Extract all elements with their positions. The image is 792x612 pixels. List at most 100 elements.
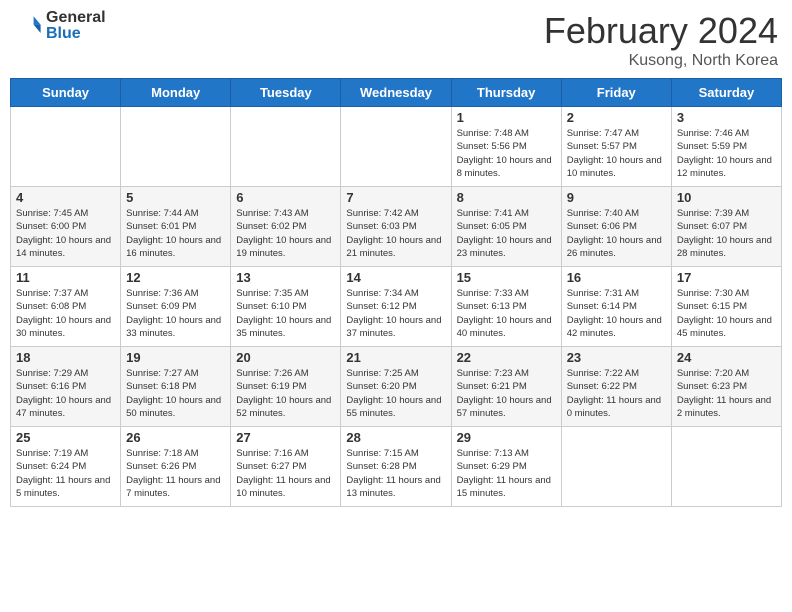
table-row: 24 Sunrise: 7:20 AM Sunset: 6:23 PM Dayli…	[671, 347, 781, 427]
col-sunday: Sunday	[11, 79, 121, 107]
table-row	[231, 107, 341, 187]
title-block: February 2024 Kusong, North Korea	[544, 10, 778, 70]
calendar-week-row: 1Sunrise: 7:48 AM Sunset: 5:56 PM Daylig…	[11, 107, 782, 187]
day-info: Sunrise: 7:29 AM Sunset: 6:16 PM Dayligh…	[16, 367, 115, 420]
table-row: 26 Sunrise: 7:18 AM Sunset: 6:26 PM Dayli…	[121, 427, 231, 507]
calendar-week-row: 25 Sunrise: 7:19 AM Sunset: 6:24 PM Dayli…	[11, 427, 782, 507]
table-row: 11Sunrise: 7:37 AM Sunset: 6:08 PM Dayli…	[11, 267, 121, 347]
col-saturday: Saturday	[671, 79, 781, 107]
table-row: 3 Sunrise: 7:46 AM Sunset: 5:59 PM Daylig…	[671, 107, 781, 187]
logo-general-text: General	[46, 10, 106, 26]
day-number: 13	[236, 270, 335, 285]
table-row: 6Sunrise: 7:43 AM Sunset: 6:02 PM Daylig…	[231, 187, 341, 267]
day-number: 22	[457, 350, 556, 365]
day-info: Sunrise: 7:26 AM Sunset: 6:19 PM Dayligh…	[236, 367, 335, 420]
table-row: 9Sunrise: 7:40 AM Sunset: 6:06 PM Daylig…	[561, 187, 671, 267]
day-number: 17	[677, 270, 776, 285]
col-thursday: Thursday	[451, 79, 561, 107]
table-row: 19Sunrise: 7:27 AM Sunset: 6:18 PM Dayli…	[121, 347, 231, 427]
day-number: 20	[236, 350, 335, 365]
table-row: 14 Sunrise: 7:34 AM Sunset: 6:12 PM Dayli…	[341, 267, 451, 347]
table-row: 8 Sunrise: 7:41 AM Sunset: 6:05 PM Daylig…	[451, 187, 561, 267]
logo-blue-text: Blue	[46, 26, 106, 42]
header: General Blue February 2024 Kusong, North…	[10, 10, 782, 70]
day-number: 14	[346, 270, 445, 285]
day-info: Sunrise: 7:31 AM Sunset: 6:14 PM Dayligh…	[567, 287, 666, 340]
day-number: 5	[126, 190, 225, 205]
page: General Blue February 2024 Kusong, North…	[0, 0, 792, 612]
table-row: 1Sunrise: 7:48 AM Sunset: 5:56 PM Daylig…	[451, 107, 561, 187]
day-info: Sunrise: 7:33 AM Sunset: 6:13 PM Dayligh…	[457, 287, 556, 340]
day-number: 23	[567, 350, 666, 365]
day-info: Sunrise: 7:15 AM Sunset: 6:28 PM Dayligh…	[346, 447, 445, 500]
col-tuesday: Tuesday	[231, 79, 341, 107]
calendar-week-row: 11Sunrise: 7:37 AM Sunset: 6:08 PM Dayli…	[11, 267, 782, 347]
day-info: Sunrise: 7:35 AM Sunset: 6:10 PM Dayligh…	[236, 287, 335, 340]
day-number: 12	[126, 270, 225, 285]
day-info: Sunrise: 7:42 AM Sunset: 6:03 PM Dayligh…	[346, 207, 445, 260]
table-row: 7 Sunrise: 7:42 AM Sunset: 6:03 PM Daylig…	[341, 187, 451, 267]
day-info: Sunrise: 7:19 AM Sunset: 6:24 PM Dayligh…	[16, 447, 115, 500]
table-row: 22 Sunrise: 7:23 AM Sunset: 6:21 PM Dayli…	[451, 347, 561, 427]
day-number: 7	[346, 190, 445, 205]
table-row: 27 Sunrise: 7:16 AM Sunset: 6:27 PM Dayli…	[231, 427, 341, 507]
logo: General Blue	[14, 10, 106, 42]
calendar-location: Kusong, North Korea	[544, 52, 778, 70]
day-info: Sunrise: 7:39 AM Sunset: 6:07 PM Dayligh…	[677, 207, 776, 260]
day-number: 3	[677, 110, 776, 125]
day-info: Sunrise: 7:36 AM Sunset: 6:09 PM Dayligh…	[126, 287, 225, 340]
calendar-table: Sunday Monday Tuesday Wednesday Thursday…	[10, 78, 782, 507]
day-number: 1	[457, 110, 556, 125]
table-row: 16Sunrise: 7:31 AM Sunset: 6:14 PM Dayli…	[561, 267, 671, 347]
logo-text: General Blue	[46, 10, 106, 42]
day-info: Sunrise: 7:22 AM Sunset: 6:22 PM Dayligh…	[567, 367, 666, 420]
col-wednesday: Wednesday	[341, 79, 451, 107]
day-number: 19	[126, 350, 225, 365]
calendar-week-row: 4Sunrise: 7:45 AM Sunset: 6:00 PM Daylig…	[11, 187, 782, 267]
day-number: 11	[16, 270, 115, 285]
day-info: Sunrise: 7:41 AM Sunset: 6:05 PM Dayligh…	[457, 207, 556, 260]
day-number: 27	[236, 430, 335, 445]
calendar-week-row: 18 Sunrise: 7:29 AM Sunset: 6:16 PM Dayli…	[11, 347, 782, 427]
table-row: 18 Sunrise: 7:29 AM Sunset: 6:16 PM Dayli…	[11, 347, 121, 427]
day-info: Sunrise: 7:25 AM Sunset: 6:20 PM Dayligh…	[346, 367, 445, 420]
day-info: Sunrise: 7:34 AM Sunset: 6:12 PM Dayligh…	[346, 287, 445, 340]
table-row: 20 Sunrise: 7:26 AM Sunset: 6:19 PM Dayli…	[231, 347, 341, 427]
day-info: Sunrise: 7:47 AM Sunset: 5:57 PM Dayligh…	[567, 127, 666, 180]
table-row: 25 Sunrise: 7:19 AM Sunset: 6:24 PM Dayli…	[11, 427, 121, 507]
day-info: Sunrise: 7:45 AM Sunset: 6:00 PM Dayligh…	[16, 207, 115, 260]
day-number: 21	[346, 350, 445, 365]
col-monday: Monday	[121, 79, 231, 107]
calendar-header-row: Sunday Monday Tuesday Wednesday Thursday…	[11, 79, 782, 107]
day-number: 26	[126, 430, 225, 445]
day-number: 24	[677, 350, 776, 365]
day-info: Sunrise: 7:44 AM Sunset: 6:01 PM Dayligh…	[126, 207, 225, 260]
day-number: 15	[457, 270, 556, 285]
day-info: Sunrise: 7:16 AM Sunset: 6:27 PM Dayligh…	[236, 447, 335, 500]
logo-icon	[14, 12, 42, 40]
col-friday: Friday	[561, 79, 671, 107]
table-row: 10 Sunrise: 7:39 AM Sunset: 6:07 PM Dayli…	[671, 187, 781, 267]
day-info: Sunrise: 7:23 AM Sunset: 6:21 PM Dayligh…	[457, 367, 556, 420]
day-number: 8	[457, 190, 556, 205]
table-row: 12 Sunrise: 7:36 AM Sunset: 6:09 PM Dayli…	[121, 267, 231, 347]
table-row: 2Sunrise: 7:47 AM Sunset: 5:57 PM Daylig…	[561, 107, 671, 187]
day-number: 10	[677, 190, 776, 205]
day-info: Sunrise: 7:18 AM Sunset: 6:26 PM Dayligh…	[126, 447, 225, 500]
table-row	[341, 107, 451, 187]
day-number: 29	[457, 430, 556, 445]
table-row	[671, 427, 781, 507]
day-info: Sunrise: 7:30 AM Sunset: 6:15 PM Dayligh…	[677, 287, 776, 340]
day-info: Sunrise: 7:20 AM Sunset: 6:23 PM Dayligh…	[677, 367, 776, 420]
day-info: Sunrise: 7:40 AM Sunset: 6:06 PM Dayligh…	[567, 207, 666, 260]
day-info: Sunrise: 7:46 AM Sunset: 5:59 PM Dayligh…	[677, 127, 776, 180]
table-row: 17 Sunrise: 7:30 AM Sunset: 6:15 PM Dayli…	[671, 267, 781, 347]
table-row: 5 Sunrise: 7:44 AM Sunset: 6:01 PM Daylig…	[121, 187, 231, 267]
table-row: 28 Sunrise: 7:15 AM Sunset: 6:28 PM Dayli…	[341, 427, 451, 507]
day-number: 6	[236, 190, 335, 205]
day-number: 18	[16, 350, 115, 365]
day-number: 28	[346, 430, 445, 445]
day-info: Sunrise: 7:13 AM Sunset: 6:29 PM Dayligh…	[457, 447, 556, 500]
table-row: 15 Sunrise: 7:33 AM Sunset: 6:13 PM Dayli…	[451, 267, 561, 347]
day-number: 25	[16, 430, 115, 445]
